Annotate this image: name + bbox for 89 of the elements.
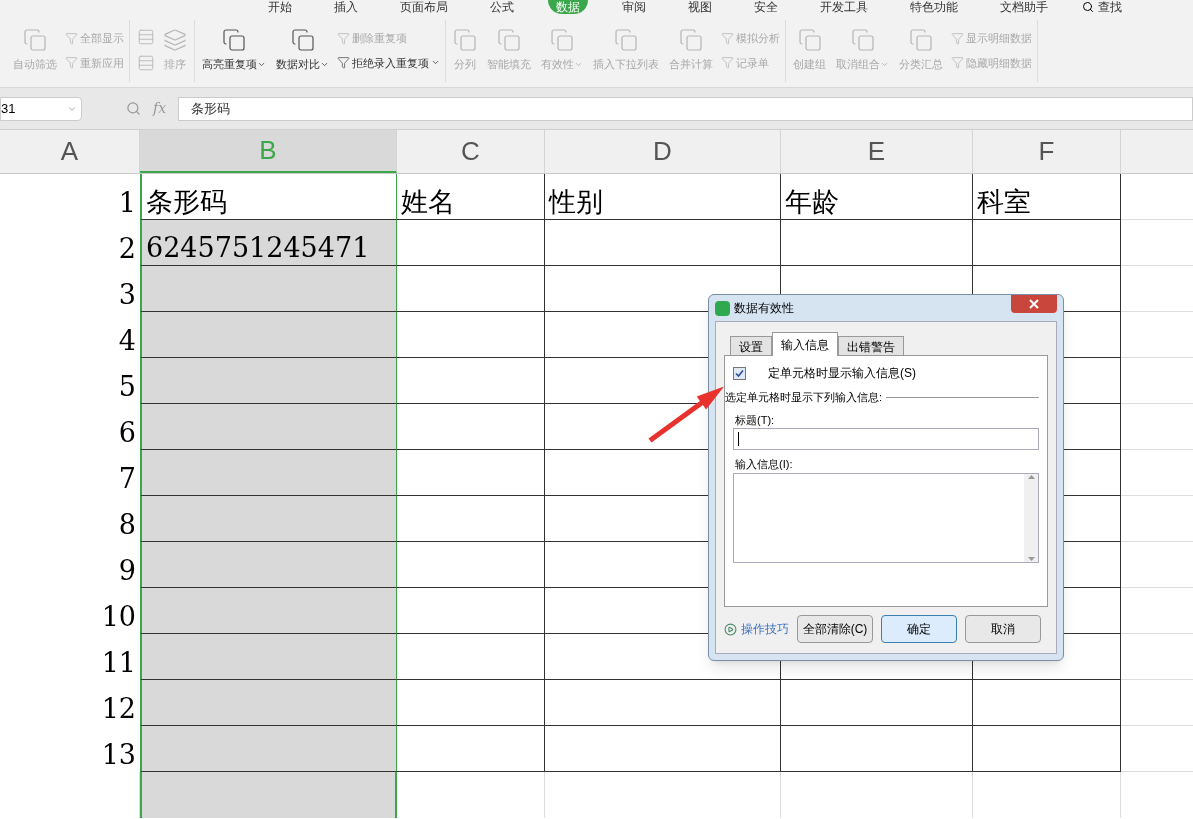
toolbar-icon xyxy=(453,28,477,53)
table-cell-text: 3 xyxy=(117,278,137,312)
table-cell-text: 7 xyxy=(117,462,137,496)
table-cell: 性别 xyxy=(545,174,781,220)
toolbar-icon xyxy=(550,28,574,53)
dialog-button[interactable]: 确定 xyxy=(881,615,957,643)
scroll-down-icon xyxy=(1027,554,1035,562)
dialog-button[interactable]: 全部清除(C) xyxy=(797,615,873,643)
search-icon[interactable] xyxy=(1082,1,1094,13)
table-cell-text: 9 xyxy=(117,554,137,588)
dialog-tab[interactable]: 输入信息 xyxy=(772,332,838,356)
toolbar-icon xyxy=(679,28,703,53)
toolbar-icon xyxy=(951,31,964,45)
caret-icon xyxy=(880,60,889,69)
dialog-tab[interactable]: 出错警告 xyxy=(838,336,904,356)
toolbar-icon xyxy=(290,28,315,53)
sort-icon xyxy=(163,28,187,53)
table-cell-text: 12 xyxy=(100,692,137,726)
toolbar-icon xyxy=(614,28,638,53)
title-field[interactable] xyxy=(733,428,1039,450)
menu-tab[interactable]: 插入 xyxy=(326,0,366,14)
zoom-icon[interactable] xyxy=(126,101,141,116)
checkbox-label: 定单元格时显示输入信息(S) xyxy=(768,365,916,382)
dialog-button[interactable]: 取消 xyxy=(965,615,1041,643)
tips-link[interactable]: 操作技巧 xyxy=(741,620,789,638)
table-cell-text: 5 xyxy=(117,370,137,404)
ribbon-button[interactable]: 数据对比 xyxy=(276,56,329,73)
column-header[interactable]: F xyxy=(973,130,1121,173)
toolbar-icon xyxy=(951,56,964,70)
menu-tab[interactable]: 开发工具 xyxy=(812,0,876,14)
check-icon xyxy=(735,368,744,378)
scroll-up-icon xyxy=(1027,473,1035,481)
play-icon xyxy=(724,622,737,636)
column-header[interactable]: E xyxy=(781,130,973,173)
toolbar-icon xyxy=(909,28,933,53)
toolbar-icon xyxy=(337,56,350,70)
ribbon-button[interactable]: 高亮重复项 xyxy=(202,56,266,73)
toolbar-icon xyxy=(721,56,734,70)
dialog-tab[interactable]: 设置 xyxy=(730,336,772,356)
table-cell-text: 1 xyxy=(117,186,137,220)
checkbox[interactable] xyxy=(733,366,746,380)
menu-tab[interactable]: 视图 xyxy=(680,0,720,14)
caret-icon xyxy=(320,60,329,69)
table-cell-text: 2 xyxy=(117,232,137,266)
close-button[interactable] xyxy=(1011,295,1057,313)
column-header[interactable]: D xyxy=(545,130,781,173)
app-logo-icon xyxy=(715,300,730,316)
field-label: 标题(T): xyxy=(735,412,776,428)
search-label[interactable]: 查找 xyxy=(1098,0,1122,14)
table-cell-text: 4 xyxy=(117,324,137,358)
toolbar-icon xyxy=(497,28,521,53)
menu-tab[interactable]: 公式 xyxy=(482,0,522,14)
table-cell: 6245751245471 xyxy=(140,220,397,266)
toolbar-icon xyxy=(797,28,822,53)
dialog-title: 数据有效性 xyxy=(734,300,794,317)
table-cell-text: 11 xyxy=(100,646,137,680)
table-cell: 科室 xyxy=(973,174,1121,220)
menu-tab[interactable]: 开始 xyxy=(260,0,300,14)
menu-tab[interactable]: 审阅 xyxy=(614,0,654,14)
table-cell-text: 10 xyxy=(100,600,137,634)
menu-tab[interactable]: 页面布局 xyxy=(392,0,456,14)
sort-descending-icon[interactable] xyxy=(137,54,155,73)
section-label: 选定单元格时显示下列输入信息: xyxy=(725,390,883,405)
table-cell-text: 13 xyxy=(100,738,137,772)
toolbar-icon xyxy=(222,28,246,53)
toolbar-icon xyxy=(65,31,78,45)
close-icon xyxy=(1029,299,1039,309)
table-cell-text: 6 xyxy=(117,416,137,450)
caret-icon xyxy=(574,60,583,69)
toolbar-icon xyxy=(23,28,47,53)
ribbon-button[interactable]: 拒绝录入重复项 xyxy=(337,54,440,71)
formula-field[interactable]: 条形码 xyxy=(178,96,1193,121)
table-cell: 年龄 xyxy=(781,174,973,220)
toolbar-icon xyxy=(850,28,875,53)
scrollbar[interactable] xyxy=(1024,473,1038,562)
message-field[interactable] xyxy=(733,472,1039,563)
toolbar-icon xyxy=(721,31,734,45)
toolbar-icon xyxy=(65,56,78,70)
table-cell: 姓名 xyxy=(397,174,545,220)
name-box[interactable]: 31 xyxy=(0,96,82,121)
menu-tab[interactable]: 特色功能 xyxy=(902,0,966,14)
field-label: 输入信息(I): xyxy=(735,457,794,472)
table-cell-text: 8 xyxy=(117,508,137,542)
caret-icon xyxy=(257,60,266,69)
menu-tab[interactable]: 文档助手 xyxy=(992,0,1056,14)
menu-tab[interactable]: 安全 xyxy=(746,0,786,14)
sort-ascending-icon[interactable] xyxy=(137,28,155,47)
column-header[interactable]: C xyxy=(397,130,545,173)
toolbar-icon xyxy=(337,31,350,45)
